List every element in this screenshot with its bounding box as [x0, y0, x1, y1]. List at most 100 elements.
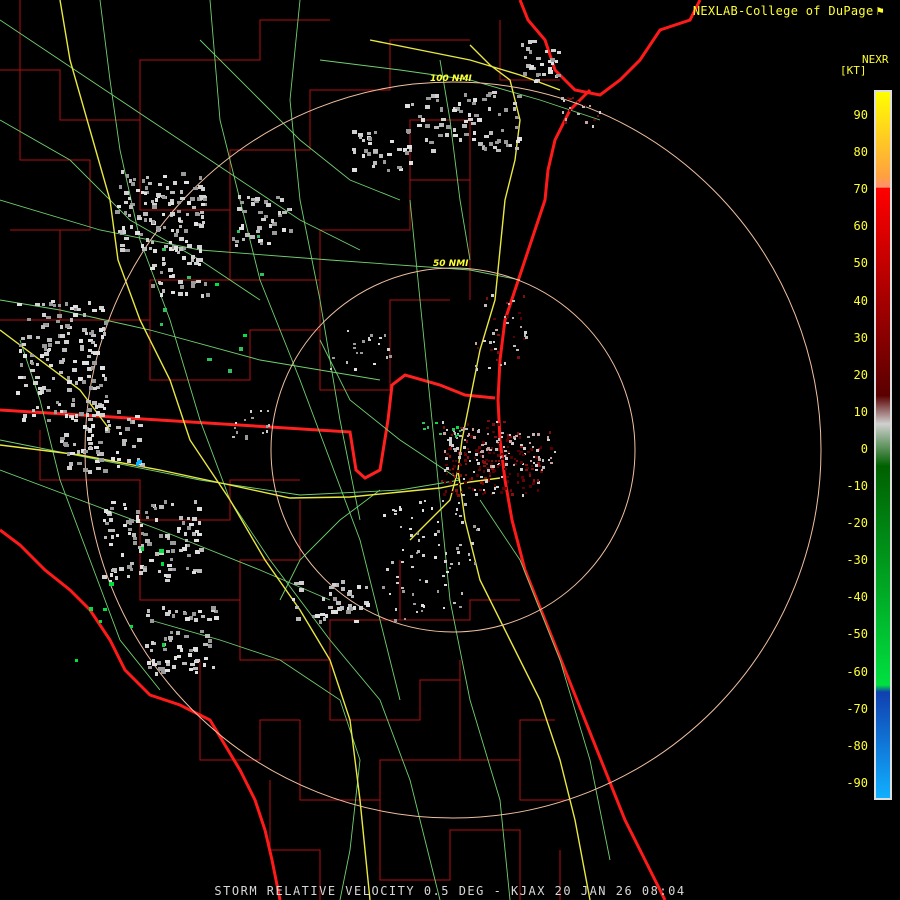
echo-pixel — [124, 507, 127, 510]
colorbar-tick-label: 90 — [853, 108, 868, 122]
echo-pixel — [460, 474, 462, 477]
echo-pixel — [445, 490, 447, 493]
echo-pixel — [135, 415, 140, 418]
echo-pixel — [486, 467, 489, 469]
echo-pixel — [374, 131, 377, 134]
echo-pixel — [417, 124, 422, 127]
echo-pixel — [467, 423, 469, 426]
echo-pixel — [257, 235, 260, 238]
echo-pixel — [130, 625, 133, 628]
echo-pixel — [387, 169, 390, 172]
echo-pixel — [557, 51, 561, 54]
echo-pixel — [88, 418, 93, 421]
echo-pixel — [152, 205, 157, 209]
echo-pixel — [204, 282, 207, 286]
echo-pixel — [413, 603, 416, 605]
echo-pixel — [493, 146, 497, 149]
echo-pixel — [282, 211, 287, 214]
echo-pixel — [516, 349, 519, 351]
echo-pixel — [472, 138, 476, 141]
echo-pixel — [139, 571, 143, 575]
echo-pixel — [88, 349, 92, 352]
echo-pixel — [206, 293, 210, 297]
echo-pixel — [506, 322, 509, 324]
echo-pixel — [446, 571, 449, 573]
echo-pixel — [49, 364, 53, 367]
echo-pixel — [186, 213, 189, 216]
echo-pixel — [104, 536, 107, 539]
echo-pixel — [550, 457, 552, 459]
echo-pixel — [151, 200, 154, 203]
echo-pixel — [454, 450, 457, 452]
echo-pixel — [353, 343, 356, 345]
echo-pixel — [187, 554, 191, 557]
echo-pixel — [582, 106, 585, 108]
echo-pixel — [32, 409, 35, 412]
echo-pixel — [419, 579, 421, 581]
echo-pixel — [513, 345, 516, 347]
echo-pixel — [30, 369, 35, 372]
echo-pixel — [138, 424, 143, 427]
echo-pixel — [149, 559, 154, 562]
colorbar-tick-label: 70 — [853, 182, 868, 197]
echo-pixel — [494, 484, 496, 487]
echo-pixel — [67, 388, 72, 392]
echo-pixel — [99, 458, 104, 462]
echo-pixel — [550, 447, 553, 450]
echo-pixel — [379, 154, 383, 158]
echo-pixel — [532, 40, 537, 43]
echo-pixel — [100, 413, 105, 417]
echo-pixel — [187, 544, 190, 547]
echo-pixel — [444, 584, 447, 586]
echo-pixel — [163, 175, 167, 178]
echo-pixel — [417, 550, 420, 553]
colorbar-tick-label: -50 — [846, 627, 868, 642]
echo-pixel — [237, 230, 240, 233]
echo-pixel — [75, 414, 78, 418]
echo-pixel — [156, 226, 160, 230]
echo-pixel — [362, 154, 365, 158]
echo-pixel — [368, 337, 370, 340]
echo-pixel — [516, 140, 520, 143]
echo-pixel — [148, 182, 152, 185]
echo-pixel — [425, 105, 430, 109]
echo-pixel — [42, 386, 46, 390]
echo-pixel — [514, 458, 516, 460]
echo-pixel — [501, 129, 504, 132]
echo-pixel — [526, 47, 529, 50]
echo-pixel — [386, 356, 388, 359]
echo-pixel — [53, 304, 56, 307]
echo-pixel — [154, 507, 157, 510]
echo-pixel — [105, 522, 109, 525]
echo-pixel — [445, 457, 448, 460]
echo-pixel — [504, 468, 507, 470]
echo-pixel — [75, 381, 78, 385]
echo-pixel — [489, 131, 493, 135]
echo-pixel — [455, 489, 458, 492]
echo-pixel — [232, 237, 235, 241]
echo-pixel — [531, 465, 533, 467]
echo-pixel — [457, 470, 460, 473]
echo-pixel — [524, 331, 527, 334]
echo-pixel — [362, 139, 365, 142]
echo-pixel — [292, 598, 295, 601]
echo-pixel — [63, 410, 67, 413]
echo-pixel — [352, 148, 356, 151]
echo-pixel — [370, 334, 373, 337]
echo-pixel — [453, 448, 456, 450]
echo-pixel — [91, 424, 95, 428]
echo-pixel — [124, 211, 127, 215]
colorbar-tick-label: -40 — [846, 590, 868, 605]
echo-pixel — [115, 210, 120, 214]
echo-pixel — [162, 196, 166, 199]
echo-pixel — [409, 161, 413, 165]
echo-pixel — [476, 459, 478, 461]
echo-pixel — [483, 489, 485, 491]
echo-pixel — [533, 456, 535, 458]
echo-pixel — [517, 356, 520, 359]
echo-pixel — [516, 460, 518, 462]
echo-pixel — [194, 222, 198, 226]
colorbar-tick-label: -30 — [846, 553, 868, 568]
echo-pixel — [469, 478, 471, 481]
echo-pixel — [175, 610, 178, 613]
